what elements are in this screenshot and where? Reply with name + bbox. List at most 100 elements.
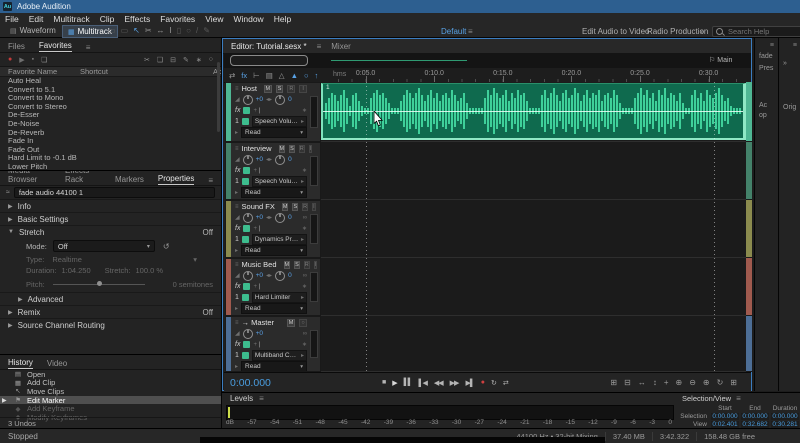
tab-mixer[interactable]: Mixer bbox=[331, 42, 351, 51]
pitch-slider[interactable] bbox=[52, 281, 145, 286]
chevron-double-icon[interactable]: » bbox=[783, 60, 787, 67]
track-header-sound-fx[interactable]: ≡Sound FX MSRI ◢ +0◂▸ 0 ∞ fx +❙ ∗ 1 Dynamics Proce… bbox=[225, 200, 321, 258]
monitor-input-button[interactable]: I bbox=[308, 144, 313, 153]
panel-menu-icon[interactable]: ≡ bbox=[793, 42, 797, 49]
history-row[interactable]: ⚑Edit Marker bbox=[0, 396, 221, 405]
skip-to-end-button[interactable]: ▶▌ bbox=[465, 379, 474, 387]
selection-start[interactable]: 0:00.000 bbox=[711, 413, 739, 421]
zoom-selection-icon[interactable]: + bbox=[664, 378, 669, 387]
track-name[interactable]: Interview bbox=[242, 144, 272, 153]
pan-knob[interactable] bbox=[275, 94, 286, 105]
history-row[interactable]: ▤ Open bbox=[0, 370, 221, 379]
zoom-in-icon[interactable]: ⊞ bbox=[610, 378, 617, 387]
column-favorite-name[interactable]: Favorite Name bbox=[8, 67, 57, 76]
solo-button[interactable]: S bbox=[275, 84, 284, 93]
history-row[interactable]: ▦ Add Clip bbox=[0, 378, 221, 387]
pan-knob[interactable] bbox=[275, 212, 286, 223]
tab-history[interactable]: History bbox=[8, 358, 33, 369]
menu-clip[interactable]: Clip bbox=[95, 14, 120, 24]
section-stretch[interactable]: ▼ Stretch Off bbox=[0, 225, 221, 238]
fx-power-toggle[interactable] bbox=[243, 225, 251, 232]
pause-button[interactable]: ▌▌ bbox=[404, 379, 413, 386]
fx-power-toggle[interactable] bbox=[243, 107, 251, 114]
fx-power-toggle[interactable] bbox=[243, 167, 251, 174]
zoom-out-time-icon[interactable]: ↕ bbox=[653, 378, 657, 387]
track-header-master[interactable]: ≡→ MasterM○◢+0∞fx+❙∗1Multiband Compress▸… bbox=[225, 316, 321, 372]
loop-playback-button[interactable]: ↻ bbox=[491, 379, 497, 387]
waveform-view-button[interactable]: ▤ Waveform bbox=[5, 25, 61, 36]
move-clips-mode-icon[interactable]: ⇄ bbox=[229, 71, 235, 80]
tab-favorites[interactable]: Favorites bbox=[38, 41, 72, 52]
new-favorite-icon[interactable]: ❏ bbox=[41, 56, 47, 64]
track-name[interactable]: → Master bbox=[242, 318, 275, 327]
section-source-channel-routing[interactable]: ▶ Source Channel Routing bbox=[0, 318, 221, 331]
marquee-tool-icon[interactable]: ▯ bbox=[177, 26, 181, 35]
effect-slot[interactable]: Speech Volume Leve▸ bbox=[251, 116, 307, 127]
menu-window[interactable]: Window bbox=[228, 14, 268, 24]
search-favorites-icon[interactable]: ○ bbox=[209, 56, 213, 63]
level-meter[interactable] bbox=[226, 405, 674, 420]
monitor-input-button[interactable]: I bbox=[312, 202, 316, 211]
snap-on-icon[interactable]: ▲ bbox=[291, 71, 298, 80]
slip-tool-icon[interactable]: / bbox=[196, 26, 198, 35]
zoom-in-time-icon[interactable]: ↔ bbox=[638, 378, 646, 387]
skip-to-start-button[interactable]: ▌◀ bbox=[419, 379, 428, 387]
audio-clip-host[interactable]: 1 bbox=[321, 83, 746, 140]
section-basic-settings[interactable]: ▶ Basic Settings bbox=[0, 212, 221, 225]
scrollbar-segment[interactable] bbox=[746, 82, 752, 142]
comment-icon[interactable]: ❏ bbox=[157, 56, 163, 64]
volume-knob[interactable] bbox=[242, 270, 253, 281]
menu-favorites[interactable]: Favorites bbox=[155, 14, 200, 24]
solo-button[interactable]: S bbox=[292, 202, 299, 211]
menu-multitrack[interactable]: Multitrack bbox=[48, 14, 94, 24]
scrollbar-segment[interactable] bbox=[746, 316, 752, 372]
record-favorite-icon[interactable]: ● bbox=[8, 56, 12, 63]
tab-editor[interactable]: Editor: Tutorial.sesx * bbox=[231, 42, 307, 51]
track-name[interactable]: Host bbox=[242, 84, 257, 93]
zoom-out-amplitude-icon[interactable]: ⊖ bbox=[689, 378, 696, 387]
effect-power-toggle[interactable] bbox=[241, 178, 249, 185]
zoom-navigator-handle[interactable] bbox=[230, 55, 308, 66]
rewind-button[interactable]: ◀◀ bbox=[434, 379, 444, 387]
track-lane-music-bed[interactable] bbox=[321, 258, 746, 316]
fx-pre-post-icon[interactable]: ∗ bbox=[302, 167, 307, 174]
play-button[interactable]: ▶ bbox=[392, 379, 397, 387]
history-row[interactable]: ◆ Add Keyframe bbox=[0, 404, 221, 413]
marker-mode-icon[interactable]: ⊢ bbox=[253, 71, 260, 80]
effect-slot[interactable]: Hard Limiter ▸ bbox=[251, 292, 307, 303]
track-header-host[interactable]: ≡HostMSRI◢+0◂▸0fx+❙∗1Speech Volume Leve▸… bbox=[225, 82, 321, 142]
track-header-music-bed[interactable]: ≡ Music Bed M S R I ◢ +0 ◂▸ 0 ∞ fx +❙ ∗ 1 Hard Limiter ▸… bbox=[225, 258, 321, 316]
fx-mode-icon[interactable]: fx bbox=[241, 71, 247, 80]
scrollbar-segment[interactable] bbox=[746, 142, 752, 200]
automation-mode-dropdown[interactable]: Read ▾ bbox=[241, 187, 307, 198]
volume-knob[interactable] bbox=[242, 328, 253, 339]
fx-pre-post-icon[interactable]: ∗ bbox=[302, 341, 307, 348]
record-button[interactable]: ● bbox=[481, 379, 485, 386]
column-shortcut[interactable]: Shortcut bbox=[80, 67, 108, 76]
delete-icon[interactable]: ⊟ bbox=[170, 56, 176, 64]
menu-help[interactable]: Help bbox=[269, 14, 296, 24]
zoom-full-icon[interactable]: ⊞ bbox=[730, 378, 737, 387]
track-lane-interview[interactable] bbox=[321, 142, 746, 200]
fx-pre-post-icon[interactable]: ∗ bbox=[302, 225, 307, 232]
favorite-row[interactable]: Lower Pitch bbox=[0, 162, 221, 170]
marker-main[interactable]: ⚐ Main bbox=[709, 56, 732, 65]
effect-power-toggle[interactable] bbox=[241, 236, 249, 243]
tab-media-browser[interactable]: Media Browser bbox=[8, 171, 51, 185]
track-lane-master[interactable] bbox=[321, 316, 746, 372]
meter-mode-icon[interactable]: ▤ bbox=[266, 71, 273, 80]
tab-files[interactable]: Files bbox=[8, 42, 25, 52]
effect-slot[interactable]: Dynamics Processing▸ bbox=[251, 234, 307, 245]
panel-menu-icon[interactable]: ≡ bbox=[208, 176, 213, 185]
time-selection-tool-icon[interactable]: ↔ bbox=[157, 26, 165, 35]
stretch-mode-dropdown[interactable]: Off ▾ bbox=[52, 240, 155, 252]
tab-properties[interactable]: Properties bbox=[157, 174, 195, 185]
autoscroll-icon[interactable]: ↑ bbox=[315, 71, 319, 80]
pencil-tool-icon[interactable]: ✎ bbox=[203, 26, 210, 35]
section-info[interactable]: ▶ Info bbox=[0, 199, 221, 212]
lasso-tool-icon[interactable]: ○ bbox=[186, 26, 191, 35]
favorites-scrollbar[interactable] bbox=[217, 62, 220, 132]
wand-icon[interactable]: ∗ bbox=[196, 56, 202, 64]
solo-button[interactable]: S bbox=[294, 260, 300, 269]
zoom-out-icon[interactable]: ⊟ bbox=[624, 378, 631, 387]
